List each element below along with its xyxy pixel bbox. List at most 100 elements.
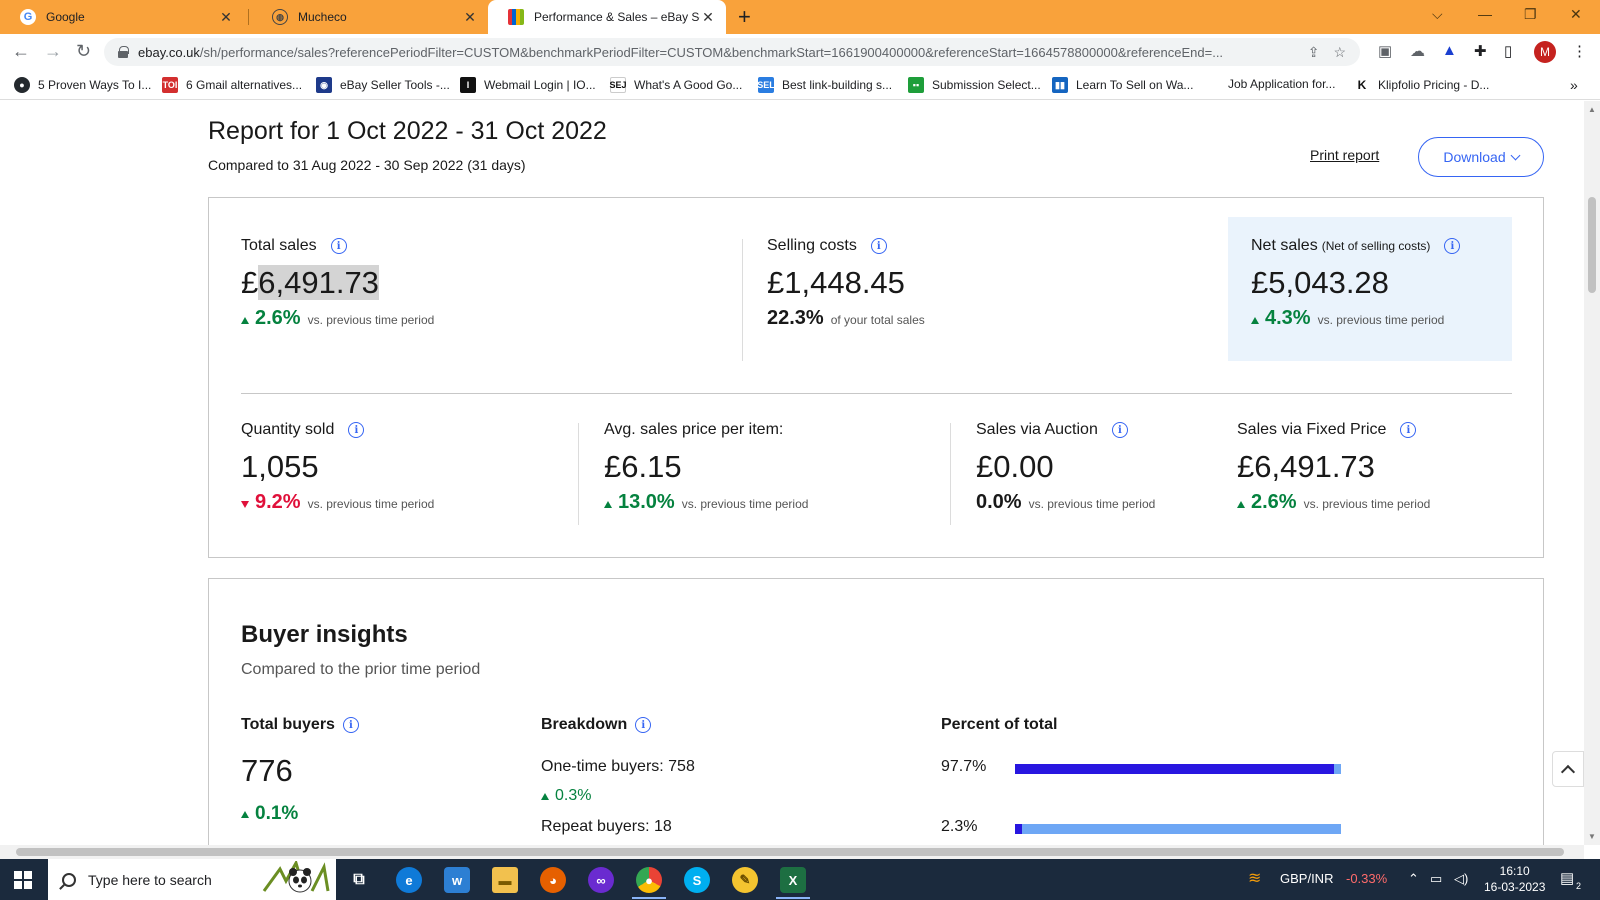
task-view-icon[interactable]: ⧉ <box>346 867 372 893</box>
window-close-icon[interactable]: ✕ <box>1570 6 1582 23</box>
close-icon[interactable]: ✕ <box>462 9 478 26</box>
windows-start-icon[interactable] <box>14 871 32 889</box>
bookmark-item[interactable]: ▮▮ Learn To Sell on Wa... <box>1052 77 1193 93</box>
extension-cloud-icon[interactable]: ☁ <box>1410 42 1425 60</box>
sticky-chat-icon[interactable]: ✎ <box>732 867 758 893</box>
new-tab-plus-icon[interactable]: + <box>738 4 751 30</box>
bookmark-item[interactable]: ● 5 Proven Ways To I... <box>14 77 151 93</box>
tray-chevron-up-icon[interactable]: ⌃ <box>1408 871 1419 887</box>
vertical-scrollbar[interactable]: ▲ ▼ <box>1584 101 1600 845</box>
bookmarks-overflow-chevron-icon[interactable]: » <box>1570 77 1578 93</box>
extensions-puzzle-icon[interactable]: ✚ <box>1474 42 1487 60</box>
firefox-icon[interactable]: ◕ <box>540 867 566 893</box>
page-content: Report for 1 Oct 2022 - 31 Oct 2022 Comp… <box>0 101 1584 845</box>
tab-title: Mucheco <box>298 10 347 24</box>
edge-icon[interactable]: e <box>396 867 422 893</box>
extension-triangle-icon[interactable]: ▲ <box>1442 42 1457 59</box>
breakdown-heading: Breakdown i <box>541 716 652 734</box>
close-icon[interactable]: ✕ <box>218 9 234 26</box>
network-icon[interactable]: ▭ <box>1430 871 1442 887</box>
back-arrow-icon[interactable]: ← <box>12 41 30 62</box>
info-icon[interactable]: i <box>348 422 365 438</box>
section-subtitle: Compared to the prior time period <box>241 661 481 678</box>
system-clock[interactable]: 16:10 16-03-2023 <box>1484 863 1545 895</box>
scrollbar-thumb[interactable] <box>1588 197 1596 293</box>
metric-comparison: vs. previous time period <box>307 497 435 511</box>
bookmark-item[interactable]: SEL Best link-building s... <box>757 77 893 93</box>
forward-arrow-icon[interactable]: → <box>44 41 62 62</box>
minimize-icon[interactable]: — <box>1478 6 1492 22</box>
bookmark-label: Best link-building s... <box>782 78 893 92</box>
metric-value: £6.15 <box>604 449 682 484</box>
extension-translate-icon[interactable]: ▣ <box>1378 42 1392 60</box>
tab-google[interactable]: G Google ✕ <box>0 0 244 34</box>
profile-avatar[interactable]: M <box>1534 41 1556 63</box>
restore-icon[interactable]: ❐ <box>1524 6 1537 23</box>
side-panel-icon[interactable]: ▯ <box>1504 42 1512 60</box>
metric-label-note: (Net of selling costs) <box>1321 239 1431 253</box>
metric-selling-costs: Selling costs i £1,448.45 22.3% of your to… <box>767 237 925 330</box>
print-report-link[interactable]: Print report <box>1310 147 1379 163</box>
heading-label: Total buyers <box>241 716 335 733</box>
chrome-icon[interactable]: ● <box>636 867 662 893</box>
ebay-bag-icon <box>508 9 524 25</box>
menu-kebab-icon[interactable]: ⋮ <box>1572 42 1587 60</box>
scroll-down-arrow-icon[interactable]: ▼ <box>1588 832 1596 841</box>
info-icon[interactable]: i <box>870 238 887 254</box>
one-time-percent-bar <box>1015 764 1341 774</box>
tab-search-chevron-icon[interactable]: ⌵ <box>1432 6 1443 23</box>
info-icon[interactable]: i <box>1111 422 1128 438</box>
tab-ebay-performance[interactable]: Performance & Sales – eBay Selle ✕ <box>488 0 726 34</box>
metric-change: 9.2% <box>255 491 301 513</box>
address-toolbar: ← → ↻ ebay.co.uk /sh/performance/sales?r… <box>0 34 1600 70</box>
tab-mucheco[interactable]: ◍ Mucheco ✕ <box>252 0 488 34</box>
info-icon[interactable]: i <box>1444 238 1461 254</box>
ebay-tools-icon: ◉ <box>316 77 332 93</box>
bookmark-label: Submission Select... <box>932 78 1041 92</box>
back-to-top-button[interactable] <box>1552 751 1584 787</box>
bookmark-star-icon[interactable]: ☆ <box>1333 44 1346 61</box>
url-omnibox[interactable]: ebay.co.uk /sh/performance/sales?referen… <box>104 38 1360 66</box>
download-button[interactable]: Download <box>1418 137 1544 177</box>
word-app-icon[interactable]: w <box>444 867 470 893</box>
currency-pair[interactable]: GBP/INR <box>1280 871 1333 886</box>
bookmark-item[interactable]: TOI 6 Gmail alternatives... <box>162 77 302 93</box>
metric-comparison: vs. previous time period <box>1028 497 1156 511</box>
section-title: Buyer insights <box>241 621 408 648</box>
bookmark-item[interactable]: SEJ What's A Good Go... <box>610 77 742 93</box>
bookmark-label: 6 Gmail alternatives... <box>186 78 303 92</box>
metric-label: Selling costs <box>767 237 857 254</box>
bookmark-label: 5 Proven Ways To I... <box>38 78 152 92</box>
metric-label: Quantity sold <box>241 421 335 438</box>
bookmark-item[interactable]: K Klipfolio Pricing - D... <box>1354 77 1489 93</box>
bookmark-label: What's A Good Go... <box>634 78 743 92</box>
bookmark-item[interactable]: ▪▪ Submission Select... <box>908 77 1041 93</box>
chevron-down-icon <box>1510 150 1521 160</box>
info-icon[interactable]: i <box>330 238 347 254</box>
info-icon[interactable]: i <box>635 717 652 733</box>
metric-change: 22.3% <box>767 307 824 329</box>
bookmark-item[interactable]: I Webmail Login | IO... <box>460 77 596 93</box>
metric-comparison: vs. previous time period <box>307 313 435 327</box>
close-icon[interactable]: ✕ <box>700 9 716 26</box>
bookmark-label: Klipfolio Pricing - D... <box>1378 78 1490 92</box>
share-icon[interactable]: ⇪ <box>1308 44 1320 61</box>
excel-icon[interactable]: X <box>780 867 806 893</box>
mask-app-icon[interactable]: ∞ <box>588 867 614 893</box>
info-icon[interactable]: i <box>1400 422 1417 438</box>
bar-fill <box>1015 764 1334 774</box>
volume-icon[interactable]: ◁) <box>1454 871 1468 887</box>
bookmarks-bar: ● 5 Proven Ways To I... TOI 6 Gmail alte… <box>0 70 1600 100</box>
horizontal-scrollbar[interactable] <box>0 845 1584 859</box>
reload-icon[interactable]: ↻ <box>76 41 91 62</box>
currency-widget-icon[interactable]: ≋ <box>1248 868 1261 888</box>
notifications-icon[interactable]: ▤ <box>1560 869 1574 887</box>
bookmark-item[interactable]: Job Application for... <box>1228 77 1335 91</box>
buyer-insights-card <box>208 578 1544 845</box>
scrollbar-thumb[interactable] <box>16 848 1564 856</box>
file-explorer-icon[interactable]: ▬ <box>492 867 518 893</box>
scroll-up-arrow-icon[interactable]: ▲ <box>1588 105 1596 114</box>
bookmark-item[interactable]: ◉ eBay Seller Tools -... <box>316 77 450 93</box>
info-icon[interactable]: i <box>342 717 359 733</box>
skype-icon[interactable]: S <box>684 867 710 893</box>
